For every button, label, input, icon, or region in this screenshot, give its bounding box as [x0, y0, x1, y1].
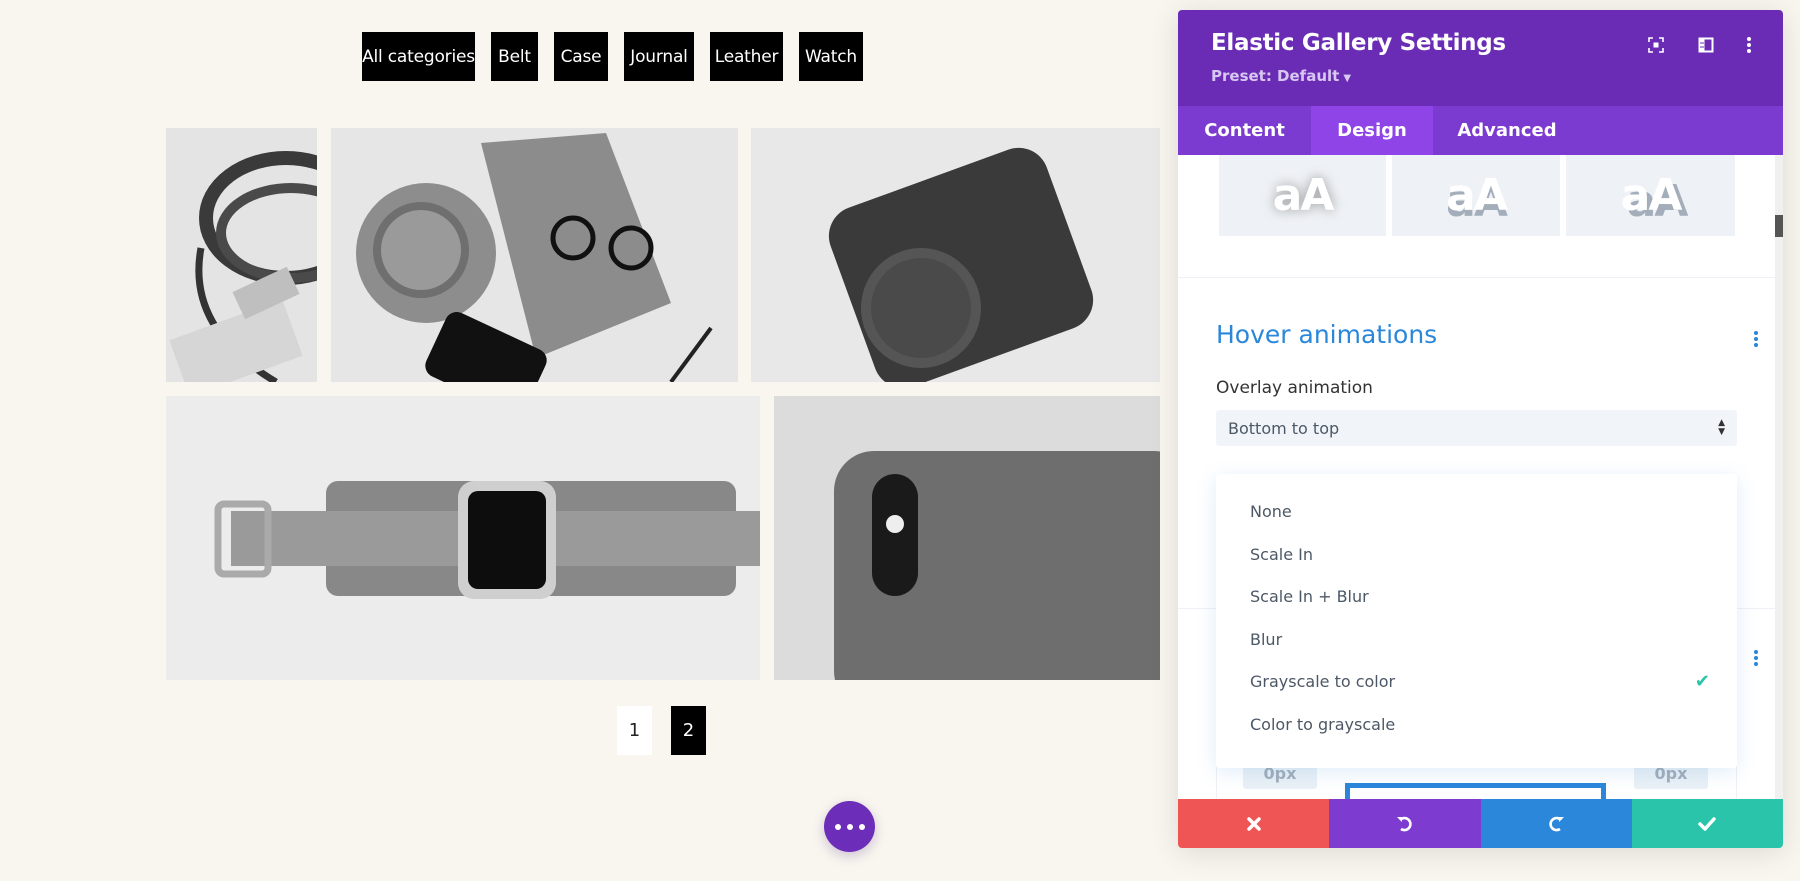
- save-button[interactable]: [1631, 799, 1783, 848]
- expand-icon[interactable]: [1643, 32, 1669, 58]
- kebab-menu-icon[interactable]: [1736, 32, 1762, 58]
- page-2-button[interactable]: 2: [671, 706, 706, 755]
- option-label: Blur: [1250, 629, 1283, 649]
- option-label: Scale In: [1250, 544, 1313, 564]
- filter-watch[interactable]: Watch: [799, 32, 863, 81]
- filter-journal[interactable]: Journal: [624, 32, 694, 81]
- page-1-button[interactable]: 1: [617, 706, 652, 755]
- panel-tabs: Content Design Advanced: [1178, 106, 1783, 155]
- preset-label: Preset: Default: [1211, 67, 1340, 85]
- undo-button[interactable]: [1329, 799, 1481, 848]
- select-value: Bottom to top: [1228, 418, 1340, 438]
- gallery-image-phone[interactable]: [774, 396, 1160, 680]
- filter-belt[interactable]: Belt: [491, 32, 538, 81]
- checkmark-icon: [1698, 816, 1717, 831]
- overlay-animation-select[interactable]: Bottom to top ▲ ▼: [1216, 410, 1737, 446]
- panel-header: Elastic Gallery Settings Preset: Default…: [1178, 10, 1783, 106]
- option-label: Grayscale to color: [1250, 671, 1396, 691]
- text-shadow-preset-2[interactable]: aA: [1392, 155, 1560, 236]
- section-options-icon[interactable]: [1751, 648, 1761, 668]
- scrollbar-track[interactable]: [1775, 155, 1783, 809]
- settings-panel: Elastic Gallery Settings Preset: Default…: [1178, 10, 1783, 848]
- undo-icon: [1396, 816, 1412, 831]
- section-options-icon[interactable]: [1751, 329, 1761, 349]
- preset-selector[interactable]: Preset: Default ▼: [1211, 67, 1351, 85]
- tab-content[interactable]: Content: [1178, 106, 1311, 155]
- filter-leather[interactable]: Leather: [710, 32, 783, 81]
- gallery-image-case[interactable]: [751, 128, 1160, 382]
- gallery-image-journal[interactable]: [331, 128, 738, 382]
- close-icon: [1246, 816, 1261, 831]
- more-dots-icon: [834, 823, 841, 830]
- overlay-animation-label: Overlay animation: [1216, 378, 1373, 398]
- watch-photo: [166, 396, 760, 680]
- dropdown-option-color-to-grayscale[interactable]: Color to grayscale: [1250, 709, 1710, 739]
- hover-animation-dropdown: None Scale In Scale In + Blur Blur Grays…: [1216, 474, 1737, 768]
- dropdown-option-blur[interactable]: Blur: [1250, 624, 1710, 654]
- preset-preview-text: aA: [1272, 170, 1335, 221]
- scrollbar-thumb[interactable]: [1775, 215, 1783, 237]
- sidebar-layout-icon[interactable]: [1693, 32, 1719, 58]
- caret-down-icon: ▼: [1343, 73, 1352, 84]
- preset-preview-text: aA: [1446, 170, 1508, 221]
- camera-case-photo: [751, 128, 1160, 382]
- builder-menu-button[interactable]: [824, 801, 875, 852]
- option-label: Color to grayscale: [1250, 714, 1396, 734]
- more-dots-icon: [858, 823, 865, 830]
- filter-case[interactable]: Case: [554, 32, 608, 81]
- tab-advanced[interactable]: Advanced: [1433, 106, 1581, 155]
- text-shadow-preset-3[interactable]: aA: [1566, 155, 1735, 236]
- dropdown-option-grayscale-to-color[interactable]: Grayscale to color ✔: [1250, 666, 1710, 696]
- sidebar-layout-icon-glyph: [1698, 37, 1714, 53]
- preset-preview-text: aA: [1620, 170, 1683, 221]
- dropdown-option-scale-in[interactable]: Scale In: [1250, 539, 1710, 569]
- gallery-image-leather-cord[interactable]: [166, 128, 317, 382]
- journal-photo: [331, 128, 738, 382]
- option-label: Scale In + Blur: [1250, 586, 1369, 606]
- panel-title: Elastic Gallery Settings: [1211, 30, 1506, 56]
- leather-cord-photo: [166, 128, 317, 382]
- panel-body: aA aA aA Hover animations Overlay animat…: [1178, 155, 1775, 809]
- kebab-menu-icon-glyph: [1747, 37, 1751, 53]
- dropdown-option-none[interactable]: None: [1250, 496, 1710, 526]
- expand-icon-glyph: [1648, 37, 1664, 53]
- phone-photo: [774, 396, 1160, 680]
- select-arrows-icon: ▲ ▼: [1718, 418, 1725, 437]
- gallery-image-watch[interactable]: [166, 396, 760, 680]
- cancel-button[interactable]: [1178, 799, 1330, 848]
- tab-design[interactable]: Design: [1311, 106, 1433, 155]
- section-title-hover-animations[interactable]: Hover animations: [1216, 320, 1437, 349]
- redo-button[interactable]: [1480, 799, 1632, 848]
- dropdown-option-scale-in-blur[interactable]: Scale In + Blur: [1250, 581, 1710, 611]
- panel-action-bar: [1178, 799, 1783, 848]
- checkmark-icon: ✔: [1694, 670, 1710, 692]
- text-shadow-preset-1[interactable]: aA: [1219, 155, 1386, 236]
- option-label: None: [1250, 501, 1292, 521]
- more-dots-icon: [846, 823, 853, 830]
- section-divider: [1178, 277, 1775, 278]
- filter-all-categories[interactable]: All categories: [362, 32, 475, 81]
- redo-icon: [1549, 816, 1565, 831]
